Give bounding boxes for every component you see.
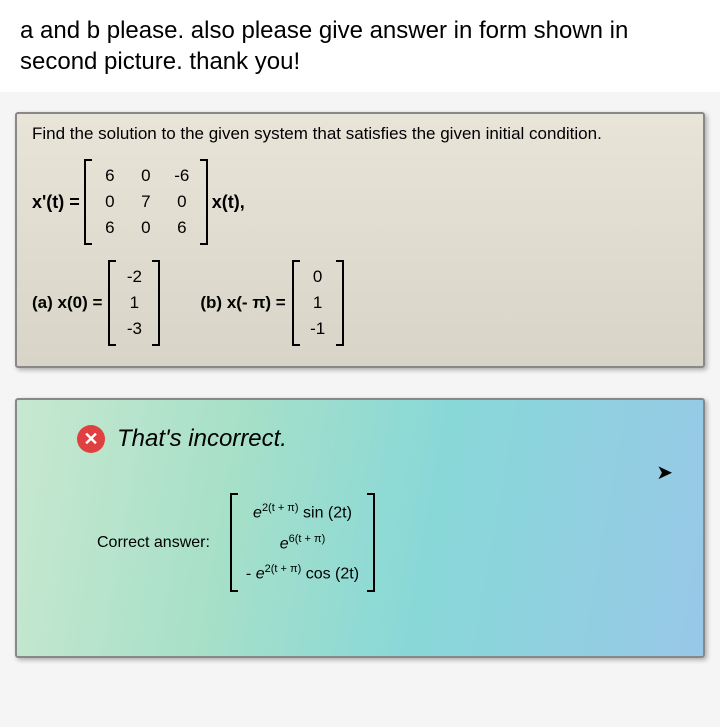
cond-b-label: (b) x(- π) = (200, 293, 285, 313)
vector-a: -2 1 -3 (108, 260, 160, 346)
matrix-cell: 6 (98, 163, 122, 189)
answer-cell-2: e6(t + π) (252, 528, 352, 558)
correct-answer-row: Correct answer: e2(t + π) sin (2t) e6(t … (97, 493, 683, 592)
incorrect-text: That's incorrect. (117, 425, 287, 453)
initial-conditions: (a) x(0) = -2 1 -3 (b) x(- π) = 0 1 -1 (32, 260, 688, 346)
matrix-cell: 6 (170, 215, 194, 241)
eq-lhs: x'(t) = (32, 192, 80, 213)
matrix-cell: 0 (134, 215, 158, 241)
problem-statement: Find the solution to the given system th… (32, 124, 688, 144)
condition-b: (b) x(- π) = 0 1 -1 (200, 260, 343, 346)
x-icon: ✕ (77, 425, 105, 453)
eq-rhs: x(t), (212, 192, 245, 213)
answer-cell-1: e2(t + π) sin (2t) (251, 497, 354, 527)
matrix-cell: 7 (134, 189, 158, 215)
answer-cell-3: - e2(t + π) cos (2t) (244, 558, 361, 588)
problem-panel: Find the solution to the given system th… (15, 112, 705, 368)
vec-cell: -1 (306, 316, 330, 342)
cond-a-label: (a) x(0) = (32, 293, 102, 313)
vec-cell: -2 (122, 264, 146, 290)
vec-cell: 1 (306, 290, 330, 316)
vec-cell: 1 (122, 290, 146, 316)
vector-b: 0 1 -1 (292, 260, 344, 346)
matrix-cell: 0 (98, 189, 122, 215)
matrix-cell: 6 (98, 215, 122, 241)
matrix-cell: -6 (170, 163, 194, 189)
incorrect-banner: ✕ That's incorrect. (77, 425, 683, 453)
cursor-icon: ➤ (656, 460, 673, 485)
matrix-cell: 0 (134, 163, 158, 189)
user-request-text: a and b please. also please give answer … (0, 0, 720, 92)
answer-vector: e2(t + π) sin (2t) e6(t + π) - e2(t + π)… (230, 493, 375, 592)
matrix-cell: 0 (170, 189, 194, 215)
vec-cell: -3 (122, 316, 146, 342)
condition-a: (a) x(0) = -2 1 -3 (32, 260, 160, 346)
feedback-panel: ✕ That's incorrect. ➤ Correct answer: e2… (15, 398, 705, 658)
system-equation: x'(t) = 6 0 -6 0 7 0 6 0 6 (32, 159, 688, 245)
correct-answer-label: Correct answer: (97, 534, 210, 552)
vec-cell: 0 (306, 264, 330, 290)
matrix-A: 6 0 -6 0 7 0 6 0 6 (84, 159, 208, 245)
